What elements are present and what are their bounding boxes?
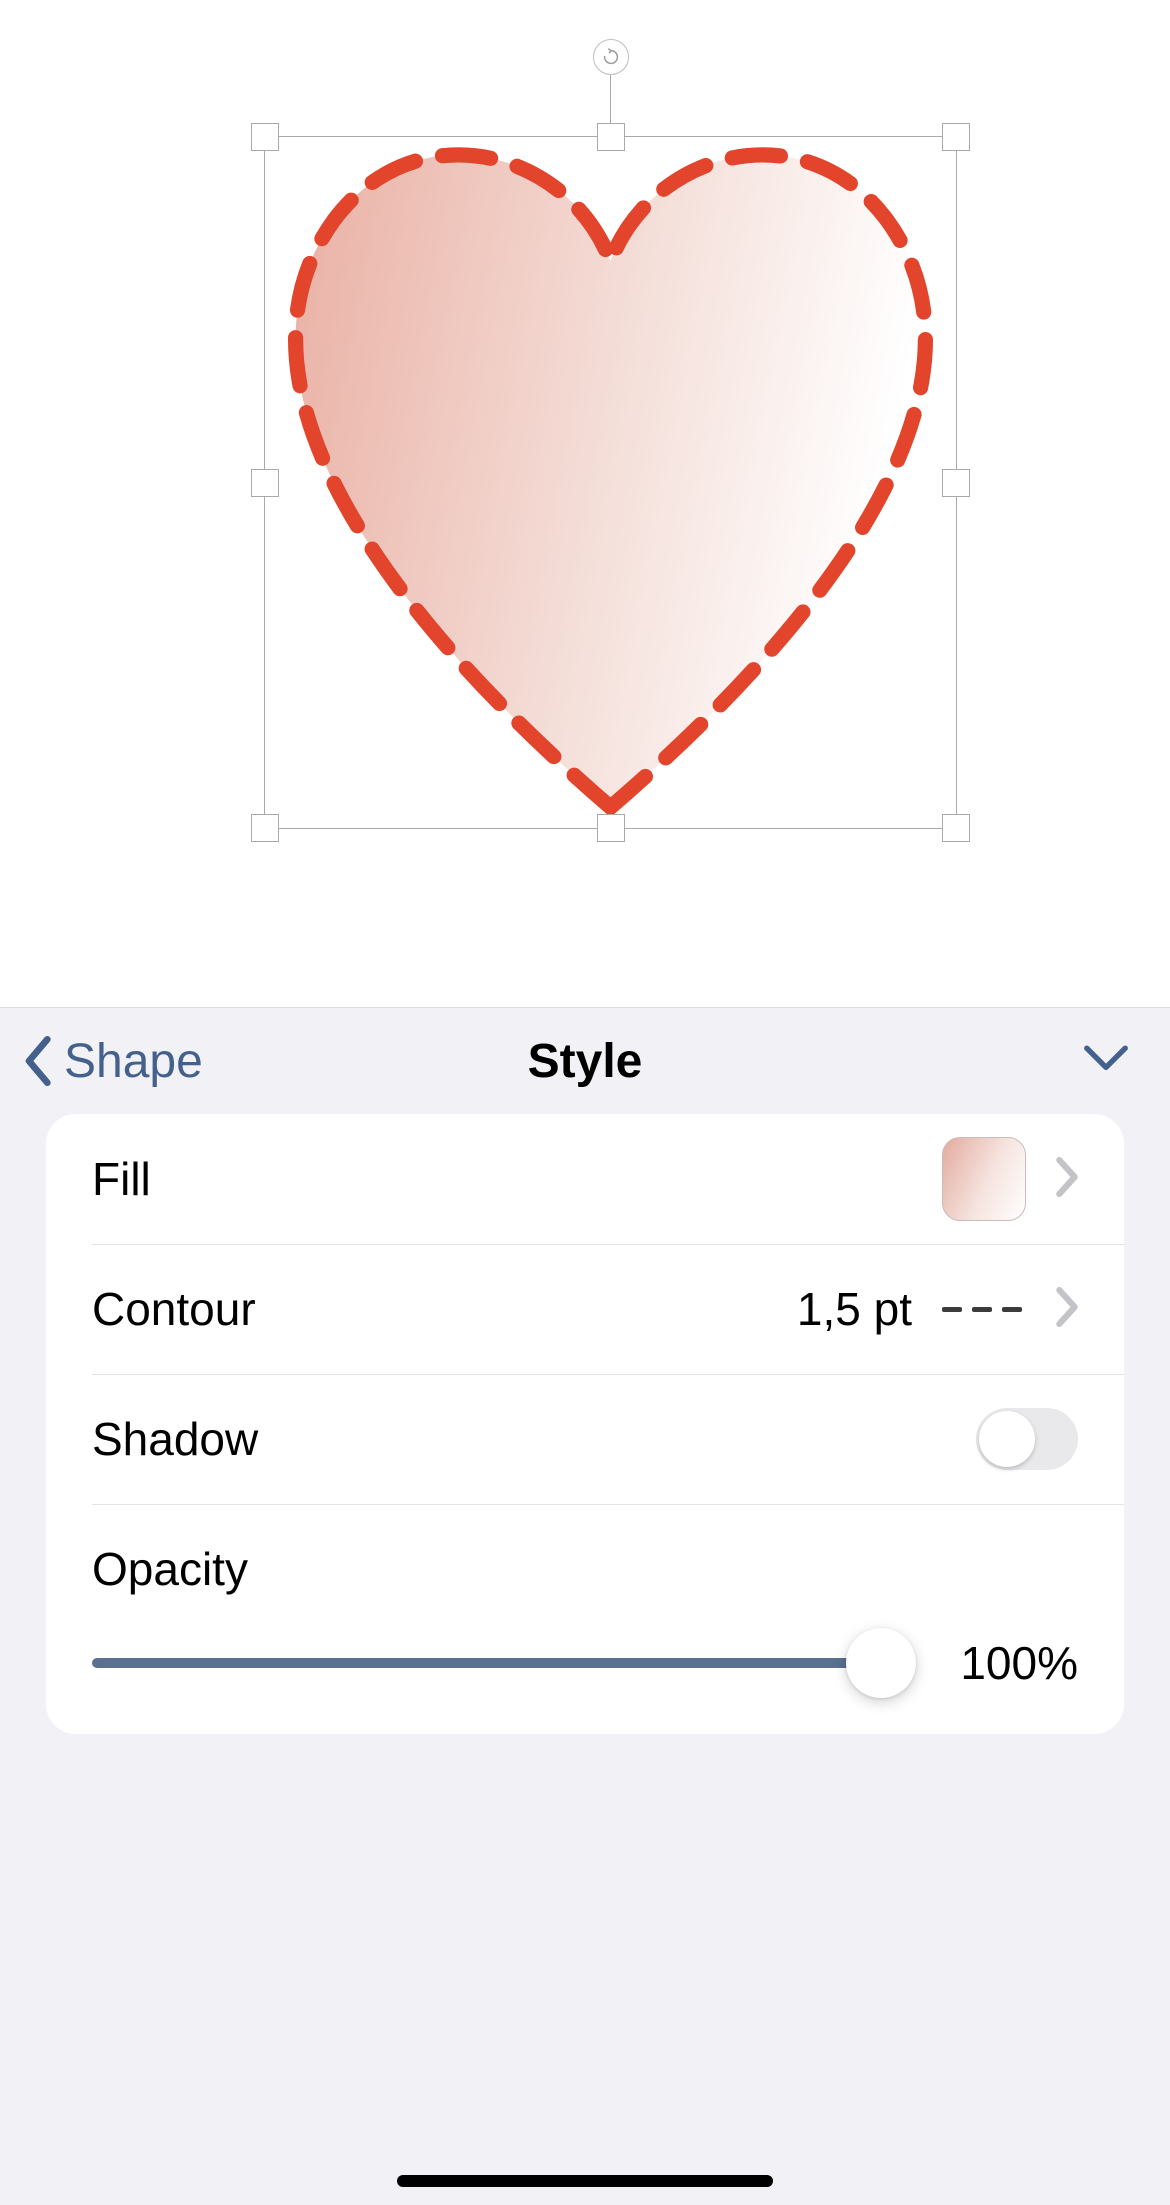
contour-row[interactable]: Contour 1,5 pt xyxy=(46,1244,1124,1374)
opacity-label: Opacity xyxy=(92,1542,1078,1596)
fill-row[interactable]: Fill xyxy=(46,1114,1124,1244)
shadow-row: Shadow xyxy=(46,1374,1124,1504)
back-label: Shape xyxy=(64,1034,203,1089)
resize-handle-top-right[interactable] xyxy=(942,123,970,151)
rotation-handle[interactable] xyxy=(593,39,629,75)
resize-handle-middle-left[interactable] xyxy=(251,469,279,497)
resize-handle-top-center[interactable] xyxy=(597,123,625,151)
home-indicator[interactable] xyxy=(397,2175,773,2187)
toggle-knob xyxy=(979,1411,1035,1467)
canvas-area[interactable] xyxy=(0,0,1170,1008)
fill-swatch xyxy=(942,1137,1026,1221)
panel-title: Style xyxy=(528,1034,643,1089)
back-button[interactable]: Shape xyxy=(22,1034,203,1089)
chevron-right-icon xyxy=(1056,1157,1078,1202)
panel-header: Shape Style xyxy=(0,1008,1170,1114)
contour-style-preview xyxy=(942,1307,1022,1312)
heart-shape[interactable] xyxy=(265,137,956,828)
resize-handle-bottom-center[interactable] xyxy=(597,814,625,842)
style-card: Fill Contour 1,5 pt Shadow Opacity 100% xyxy=(46,1114,1124,1734)
opacity-value: 100% xyxy=(948,1636,1078,1690)
opacity-slider[interactable] xyxy=(92,1658,888,1668)
opacity-row: Opacity 100% xyxy=(46,1504,1124,1734)
slider-thumb[interactable] xyxy=(846,1628,916,1698)
collapse-button[interactable] xyxy=(1082,1042,1130,1081)
contour-label: Contour xyxy=(92,1282,797,1336)
chevron-left-icon xyxy=(22,1036,56,1086)
contour-value: 1,5 pt xyxy=(797,1282,912,1336)
resize-handle-top-left[interactable] xyxy=(251,123,279,151)
resize-handle-bottom-left[interactable] xyxy=(251,814,279,842)
resize-handle-bottom-right[interactable] xyxy=(942,814,970,842)
resize-handle-middle-right[interactable] xyxy=(942,469,970,497)
shadow-label: Shadow xyxy=(92,1412,976,1466)
shadow-toggle[interactable] xyxy=(976,1408,1078,1470)
chevron-down-icon xyxy=(1082,1042,1130,1076)
fill-label: Fill xyxy=(92,1152,942,1206)
chevron-right-icon xyxy=(1056,1287,1078,1332)
rotate-icon xyxy=(600,46,622,68)
shape-selection-box[interactable] xyxy=(264,136,957,829)
